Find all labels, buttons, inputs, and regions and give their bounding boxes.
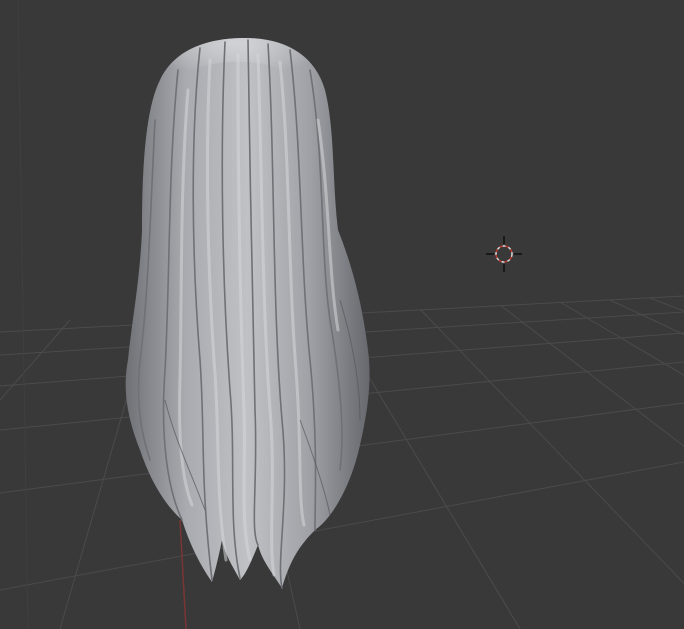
- viewport-canvas[interactable]: [0, 0, 684, 629]
- 3d-viewport[interactable]: [0, 0, 684, 629]
